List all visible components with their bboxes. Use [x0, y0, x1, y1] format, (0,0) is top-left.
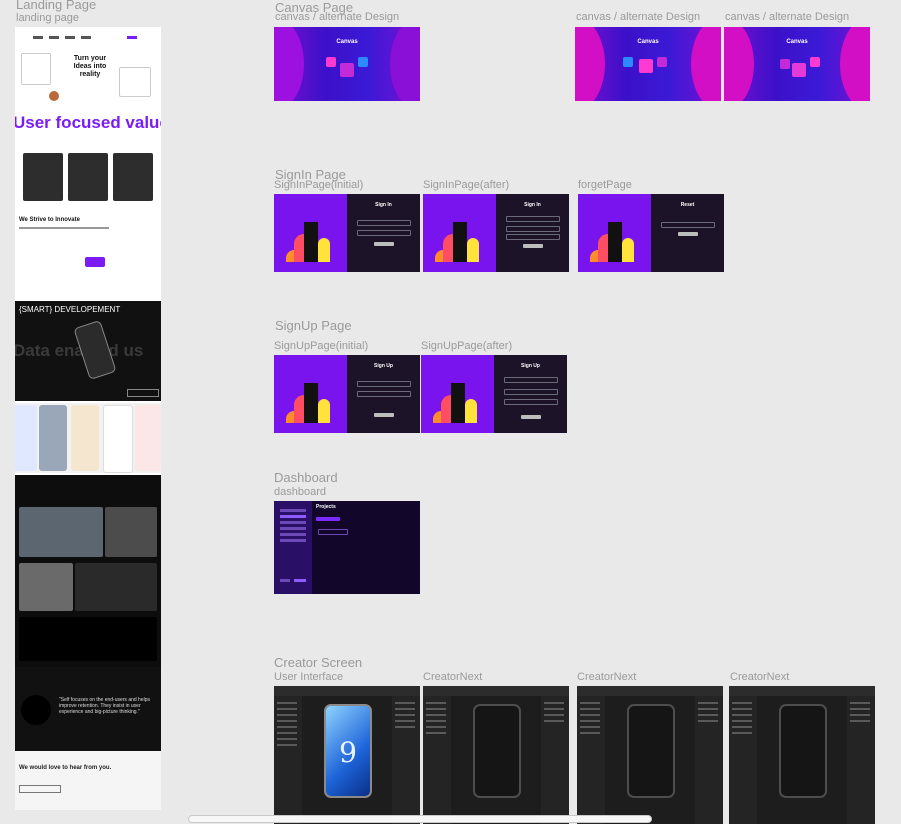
testimonial-avatar	[21, 695, 51, 725]
strive-heading: We Strive to Innovate	[19, 217, 80, 223]
dashboard-frame[interactable]: Projects	[274, 501, 420, 594]
hero-title: Turn your Ideas into reality	[73, 55, 107, 78]
frame-label-signin-2: SignInPage(after)	[423, 179, 510, 191]
reset-heading: Reset	[680, 202, 695, 208]
signup-heading: Sign Up	[374, 363, 393, 369]
strive-text	[19, 227, 109, 229]
canvas-heading: Canvas	[336, 39, 358, 45]
frame-label-landing: landing page	[16, 12, 80, 24]
signup-initial-frame[interactable]: Sign Up	[274, 355, 420, 433]
canvas-frame-2[interactable]: Canvas	[575, 27, 721, 101]
case-tile	[19, 563, 73, 611]
signup-after-frame[interactable]: Sign Up	[421, 355, 567, 433]
case-studies-block	[15, 475, 161, 667]
contact-heading: We would love to hear from you.	[19, 765, 112, 771]
landing-nav	[33, 36, 143, 40]
contact-footer: We would love to hear from you.	[15, 751, 161, 810]
landing-hero: Turn your Ideas into reality	[15, 27, 161, 113]
canvas-heading: Canvas	[786, 39, 808, 45]
frame-label-signin-1: SignInPage(initial)	[274, 179, 364, 191]
stats-block	[55, 249, 115, 289]
frame-label-canvas-2: canvas / alternate Design	[576, 11, 701, 23]
section-title-landing: Landing Page	[16, 0, 97, 12]
signin-heading: Sign In	[524, 202, 541, 208]
frame-label-signup-1: SignUpPage(initial)	[274, 340, 369, 352]
testimonial-quote: "Self focuses on the end-users and helps…	[59, 697, 150, 715]
frame-label-creator-4: CreatorNext	[730, 671, 790, 683]
signin-after-frame[interactable]: Sign In	[423, 194, 569, 272]
testimonial-block: "Self focuses on the end-users and helps…	[15, 667, 161, 751]
landing-page-frame[interactable]: Turn your Ideas into reality User focuse…	[15, 27, 161, 810]
creator-next-frame-2[interactable]	[577, 686, 723, 824]
landing-headline: User focused value	[15, 113, 161, 132]
hero-avatar	[49, 91, 59, 101]
frame-label-canvas-3: canvas / alternate Design	[725, 11, 850, 23]
case-tile	[19, 507, 103, 557]
dashboard-sidebar	[274, 501, 312, 594]
phone-preview	[627, 704, 675, 798]
dashboard-heading: Projects	[316, 504, 336, 510]
section-title-dashboard: Dashboard	[274, 470, 338, 485]
forget-page-frame[interactable]: Reset	[578, 194, 724, 272]
hero-card-right	[119, 67, 151, 97]
dashboard-chip	[316, 517, 340, 521]
frame-label-signin-3: forgetPage	[578, 179, 632, 191]
smart-development-block: {SMART} DEVELOPEMENT Data enabled us	[15, 301, 161, 401]
landing-feature-cards	[23, 153, 153, 201]
frame-label-canvas-1: canvas / alternate Design	[275, 11, 400, 23]
case-tile	[19, 617, 157, 661]
frame-label-creator-2: CreatorNext	[423, 671, 483, 683]
canvas-frame-1[interactable]: Canvas	[274, 27, 420, 101]
case-tile	[75, 563, 157, 611]
hero-card-left	[21, 53, 51, 85]
frame-label-signup-2: SignUpPage(after)	[421, 340, 513, 352]
smart-cta	[127, 389, 159, 397]
signup-heading: Sign Up	[521, 363, 540, 369]
case-tile	[105, 507, 157, 557]
app-showcase-row	[15, 403, 161, 473]
creator-next-frame-1[interactable]	[423, 686, 569, 824]
creator-ui-frame[interactable]: 9	[274, 686, 420, 824]
email-field	[19, 785, 61, 793]
phone-preview: 9	[324, 704, 372, 798]
phone-preview	[779, 704, 827, 798]
creator-next-frame-3[interactable]	[729, 686, 875, 824]
section-title-creator: Creator Screen	[274, 655, 363, 670]
signin-initial-frame[interactable]: Sign In	[274, 194, 420, 272]
signin-heading: Sign In	[375, 202, 392, 208]
frame-label-dashboard: dashboard	[274, 486, 326, 498]
section-title-signup: SignUp Page	[275, 318, 352, 333]
smart-heading: {SMART} DEVELOPEMENT	[19, 305, 121, 314]
frame-label-creator-1: User Interface	[274, 671, 344, 683]
canvas-frame-3[interactable]: Canvas	[724, 27, 870, 101]
frame-label-creator-3: CreatorNext	[577, 671, 637, 683]
phone-wallpaper-digit: 9	[339, 736, 357, 769]
horizontal-scrollbar[interactable]	[188, 815, 652, 823]
dashboard-project-item	[318, 529, 348, 535]
phone-preview	[473, 704, 521, 798]
canvas-heading: Canvas	[637, 39, 659, 45]
